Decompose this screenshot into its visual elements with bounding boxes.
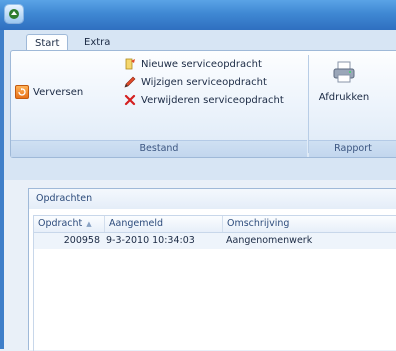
group-label-rapport: Rapport	[309, 140, 396, 157]
delete-service-order-button[interactable]: Verwijderen serviceopdracht	[123, 93, 284, 107]
orders-panel: Opdrachten Opdracht ▲ Aangemeld Omschrijv…	[28, 188, 396, 351]
edit-service-order-button[interactable]: Wijzigen serviceopdracht	[123, 75, 267, 89]
delete-service-order-label: Verwijderen serviceopdracht	[141, 94, 284, 106]
refresh-icon	[15, 85, 29, 99]
cell-aangemeld: 9-3-2010 10:34:03	[106, 235, 195, 246]
column-header-opdracht[interactable]: Opdracht ▲	[34, 216, 104, 232]
print-button[interactable]: Afdrukken	[317, 61, 371, 103]
table-row[interactable]: 200958 9-3-2010 10:34:03 Aangenomenwerk	[34, 233, 396, 249]
sort-up-icon: ▲	[86, 220, 92, 228]
new-document-icon	[123, 57, 137, 71]
print-label: Afdrukken	[318, 92, 370, 103]
panel-title: Opdrachten	[29, 189, 396, 209]
new-service-order-button[interactable]: Nieuwe serviceopdracht	[123, 57, 262, 71]
grid-header: Opdracht ▲ Aangemeld Omschrijving	[34, 216, 396, 233]
cell-opdracht: 200958	[63, 235, 100, 246]
cell-omschrijving: Aangenomenwerk	[226, 235, 313, 246]
new-service-order-label: Nieuwe serviceopdracht	[141, 58, 262, 70]
group-separator	[308, 55, 309, 153]
pencil-icon	[123, 75, 137, 89]
ribbon-area: Start Extra Verversen Nieuwe serviceopdr…	[4, 30, 396, 180]
title-bar	[0, 0, 396, 30]
edit-service-order-label: Wijzigen serviceopdracht	[141, 76, 267, 88]
tab-extra[interactable]: Extra	[76, 34, 118, 51]
delete-x-icon	[123, 93, 137, 107]
ribbon-tabstrip: Start Extra	[4, 30, 396, 52]
column-header-aangemeld[interactable]: Aangemeld	[104, 216, 222, 232]
printer-icon	[332, 61, 356, 86]
refresh-label: Verversen	[33, 86, 84, 98]
group-label-bestand: Bestand	[11, 140, 307, 157]
column-header-label: Opdracht	[38, 218, 83, 229]
refresh-button[interactable]: Verversen	[15, 85, 83, 99]
column-header-omschrijving[interactable]: Omschrijving	[222, 216, 396, 232]
ribbon-panel: Verversen Nieuwe serviceopdracht Wijzige…	[10, 50, 396, 158]
content-area: Opdrachten Opdracht ▲ Aangemeld Omschrijv…	[4, 180, 396, 351]
app-logo-icon[interactable]	[5, 5, 23, 23]
orders-grid[interactable]: Opdracht ▲ Aangemeld Omschrijving 200958 …	[33, 215, 396, 351]
